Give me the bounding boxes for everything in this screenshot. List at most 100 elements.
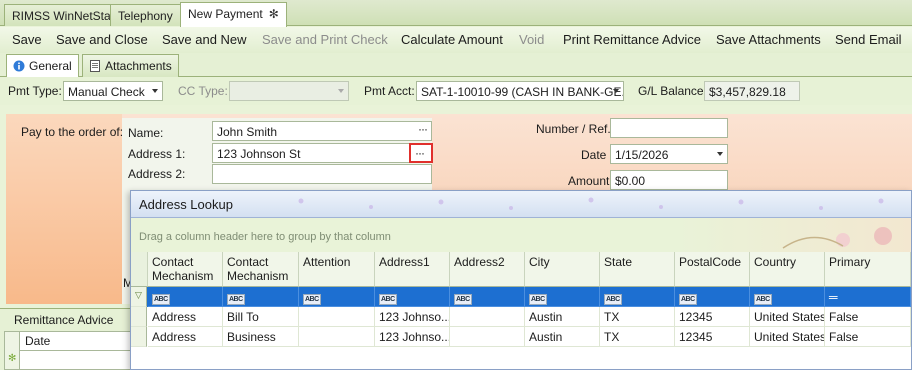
column-header[interactable]: State <box>600 252 675 287</box>
filter-cell[interactable]: ABC <box>299 287 375 307</box>
column-header[interactable]: Address2 <box>450 252 525 287</box>
pmt-acct-value: SAT-1-10010-99 (CASH IN BANK-GE... <box>421 85 624 99</box>
document-tab-strip: RIMSS WinNetStar Telephony New Payment ✻ <box>0 0 912 27</box>
date-picker[interactable]: 1/15/2026 <box>610 144 728 164</box>
void-button[interactable]: Void <box>519 32 544 47</box>
filter-cell[interactable]: ═ <box>825 287 911 307</box>
text-filter-icon: ABC <box>454 294 472 305</box>
table-cell[interactable]: 123 Johnso... <box>375 327 450 347</box>
group-by-area[interactable]: Drag a column header here to group by th… <box>131 218 911 252</box>
decorative-flowers-icon <box>298 197 884 210</box>
remittance-date-header[interactable]: Date <box>25 334 50 348</box>
column-header[interactable]: Contact Mechanism ... <box>223 252 299 287</box>
filter-cell[interactable]: ABC <box>675 287 750 307</box>
pmt-acct-select[interactable]: SAT-1-10010-99 (CASH IN BANK-GE... <box>416 81 624 101</box>
remittance-title: Remittance Advice <box>14 313 114 327</box>
tab-general[interactable]: General <box>6 54 79 78</box>
filter-cell[interactable]: ABC <box>525 287 600 307</box>
table-cell[interactable] <box>450 327 525 347</box>
table-cell[interactable]: Austin <box>525 327 600 347</box>
address1-value: 123 Johnson St <box>217 147 301 161</box>
tab-telephony[interactable]: Telephony <box>110 4 181 26</box>
text-filter-icon: ABC <box>303 294 321 305</box>
table-cell[interactable]: TX <box>600 327 675 347</box>
amount-field[interactable]: $0.00 <box>610 170 728 190</box>
payment-options-bar: Pmt Type: Manual Check CC Type: Pmt Acct… <box>0 77 912 105</box>
table-cell[interactable]: False <box>825 327 911 347</box>
save-button[interactable]: Save <box>12 32 42 47</box>
table-cell[interactable]: False <box>825 307 911 327</box>
column-header[interactable]: Primary <box>825 252 911 287</box>
tab-rimss-winnetstar[interactable]: RIMSS WinNetStar <box>4 4 123 26</box>
remittance-grid: Date ✻ <box>4 331 132 370</box>
save-attachments-button[interactable]: Save Attachments <box>716 32 821 47</box>
text-filter-icon: ABC <box>379 294 397 305</box>
tab-label: RIMSS WinNetStar <box>12 9 115 23</box>
column-header[interactable]: PostalCode <box>675 252 750 287</box>
table-cell[interactable]: Austin <box>525 307 600 327</box>
filter-cell[interactable]: ABC <box>223 287 299 307</box>
header-indicator <box>131 252 148 287</box>
tab-new-payment[interactable]: New Payment ✻ <box>180 2 287 27</box>
address2-field[interactable] <box>212 164 432 184</box>
cc-type-label: CC Type: <box>178 84 228 98</box>
table-cell[interactable]: United States <box>750 307 825 327</box>
tab-label: New Payment <box>188 7 263 21</box>
column-header[interactable]: Contact Mechanism ... <box>148 252 223 287</box>
decorative-flowers-icon <box>782 227 892 249</box>
group-hint-text: Drag a column header here to group by th… <box>139 231 391 243</box>
table-cell[interactable] <box>450 307 525 327</box>
table-cell[interactable]: Address <box>148 307 223 327</box>
table-cell[interactable]: TX <box>600 307 675 327</box>
address1-field[interactable]: 123 Johnson St <box>212 143 432 163</box>
filter-cell[interactable]: ABC <box>750 287 825 307</box>
filter-cell[interactable]: ABC <box>148 287 223 307</box>
filter-cell[interactable]: ABC <box>375 287 450 307</box>
table-cell[interactable]: United States <box>750 327 825 347</box>
table-cell[interactable]: Address <box>148 327 223 347</box>
print-remittance-advice-button[interactable]: Print Remittance Advice <box>563 32 701 47</box>
pmt-acct-label: Pmt Acct: <box>364 84 415 98</box>
table-cell[interactable]: Business <box>223 327 299 347</box>
pmt-type-value: Manual Check <box>68 85 145 99</box>
address-lookup-button[interactable]: ··· <box>409 143 433 163</box>
save-and-new-button[interactable]: Save and New <box>162 32 247 47</box>
calculate-amount-button[interactable]: Calculate Amount <box>401 32 503 47</box>
dialog-title-bar[interactable]: Address Lookup <box>131 191 911 218</box>
new-row-icon: ✻ <box>8 353 17 364</box>
date-label: Date <box>581 148 607 162</box>
column-header[interactable]: Country <box>750 252 825 287</box>
tab-label: General <box>29 59 72 73</box>
table-cell[interactable]: 12345 <box>675 327 750 347</box>
equals-filter-icon: ═ <box>829 290 838 304</box>
filter-cell[interactable]: ABC <box>450 287 525 307</box>
number-ref-field[interactable] <box>610 118 728 138</box>
table-cell[interactable]: 12345 <box>675 307 750 327</box>
info-icon <box>13 60 25 72</box>
column-header[interactable]: City <box>525 252 600 287</box>
filter-cell[interactable]: ABC <box>600 287 675 307</box>
gl-balance-label: G/L Balance: <box>638 84 707 98</box>
tab-attachments[interactable]: Attachments <box>82 54 179 77</box>
table-cell[interactable] <box>299 307 375 327</box>
column-header[interactable]: Address1 <box>375 252 450 287</box>
column-header[interactable]: Attention <box>299 252 375 287</box>
table-row[interactable]: Address Bill To 123 Johnso... Austin TX … <box>131 307 911 327</box>
name-label: Name: <box>128 126 164 140</box>
save-and-close-button[interactable]: Save and Close <box>56 32 148 47</box>
table-cell[interactable]: 123 Johnso... <box>375 307 450 327</box>
form-tab-strip: General Attachments <box>0 53 912 78</box>
table-row[interactable]: Address Business 123 Johnso... Austin TX… <box>131 327 911 347</box>
save-and-print-check-button[interactable]: Save and Print Check <box>262 32 388 47</box>
tab-label: Attachments <box>105 59 172 73</box>
cc-type-select[interactable] <box>229 81 349 101</box>
ellipsis-icon[interactable]: ··· <box>418 122 428 136</box>
table-cell[interactable] <box>299 327 375 347</box>
document-icon <box>89 60 101 72</box>
name-field[interactable]: John Smith ··· <box>212 121 432 141</box>
filter-icon: ▽ <box>131 287 147 307</box>
table-cell[interactable]: Bill To <box>223 307 299 327</box>
send-email-button[interactable]: Send Email <box>835 32 901 47</box>
pin-close-icon[interactable]: ✻ <box>269 7 279 21</box>
pmt-type-select[interactable]: Manual Check <box>63 81 163 101</box>
